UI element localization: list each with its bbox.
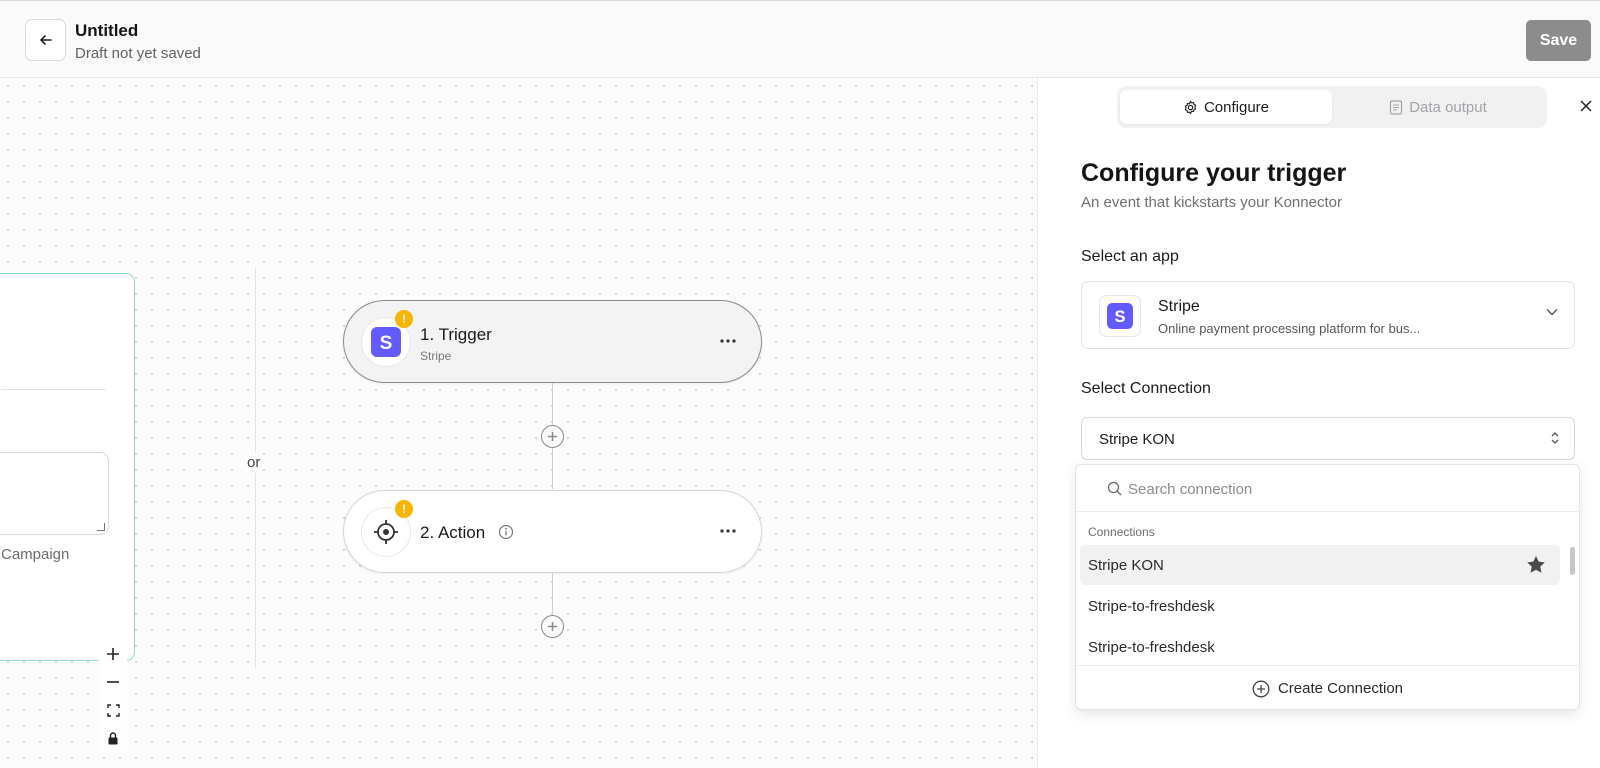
trigger-node-subtitle: Stripe: [420, 349, 452, 363]
workflow-title[interactable]: Untitled: [75, 21, 138, 41]
document-icon: [1390, 99, 1403, 115]
save-status: Draft not yet saved: [75, 45, 201, 62]
star-icon[interactable]: [1526, 555, 1546, 574]
trigger-more-button[interactable]: [716, 331, 740, 351]
top-header: Untitled Draft not yet saved Save: [0, 0, 1600, 78]
zoom-controls: [99, 640, 127, 752]
connection-option-label: Stripe-to-freshdesk: [1088, 638, 1215, 656]
minus-icon: [107, 681, 119, 683]
more-horizontal-icon: [720, 529, 736, 533]
connection-option[interactable]: Stripe-to-freshdesk: [1080, 627, 1560, 667]
app-description: Online payment processing platform for b…: [1158, 321, 1421, 336]
connections-group-label: Connections: [1088, 525, 1155, 539]
svg-text:S: S: [380, 333, 393, 354]
close-panel-button[interactable]: [1575, 95, 1597, 117]
lock-button[interactable]: [99, 724, 127, 752]
back-button[interactable]: [25, 19, 66, 61]
app-logo-box: S: [1099, 295, 1141, 337]
plus-circle-icon: [1252, 680, 1270, 697]
tab-configure[interactable]: Configure: [1120, 90, 1332, 124]
crosshair-icon: [374, 520, 398, 544]
info-icon[interactable]: [498, 524, 514, 545]
or-label: or: [244, 452, 264, 473]
tab-configure-label: Configure: [1203, 98, 1270, 116]
create-connection-button[interactable]: Create Connection: [1076, 665, 1579, 709]
connection-option[interactable]: Stripe-to-freshdesk: [1080, 586, 1560, 626]
card-textarea[interactable]: [0, 452, 109, 535]
svg-text:S: S: [1115, 308, 1126, 326]
connection-option-label: Stripe KON: [1088, 556, 1164, 574]
fullscreen-icon: [106, 703, 120, 717]
panel-tabs: Configure Data output: [1117, 86, 1547, 128]
chevron-updown-icon: [1551, 432, 1559, 444]
zoom-out-button[interactable]: [99, 668, 127, 696]
add-step-button[interactable]: [541, 425, 564, 448]
add-step-button[interactable]: [541, 615, 564, 638]
panel-title: Configure your trigger: [1081, 159, 1347, 187]
chevron-down-icon: [1546, 309, 1558, 316]
select-app-label: Select an app: [1081, 248, 1179, 265]
dropdown-search-row: [1076, 465, 1579, 512]
gear-icon: [1184, 100, 1197, 114]
app-name: Stripe: [1158, 298, 1200, 315]
plus-icon: [548, 622, 557, 631]
zoom-in-button[interactable]: [99, 640, 127, 668]
warning-badge: !: [395, 500, 413, 518]
workflow-canvas[interactable]: Campaign or S ! 1. Trigger Stripe ! 2. A…: [0, 78, 1037, 768]
connection-dropdown: Connections Stripe KON Stripe-to-freshde…: [1075, 464, 1580, 710]
search-icon: [1107, 481, 1122, 496]
more-horizontal-icon: [720, 339, 736, 343]
connection-option[interactable]: Stripe KON: [1080, 545, 1560, 585]
dropdown-scrollbar[interactable]: [1570, 547, 1575, 575]
search-connection-input[interactable]: [1128, 475, 1548, 503]
tab-data-output[interactable]: Data output: [1332, 90, 1544, 124]
action-node[interactable]: ! 2. Action: [343, 490, 762, 573]
action-more-button[interactable]: [716, 521, 740, 541]
connection-select[interactable]: Stripe KON: [1081, 417, 1575, 460]
plus-icon: [107, 648, 119, 660]
trigger-node[interactable]: S ! 1. Trigger Stripe: [343, 300, 762, 383]
action-node-title: 2. Action: [420, 523, 486, 542]
panel-subtitle: An event that kickstarts your Konnector: [1081, 194, 1342, 211]
campaign-text: Campaign: [1, 546, 70, 563]
select-connection-label: Select Connection: [1081, 380, 1211, 397]
lock-icon: [108, 731, 118, 744]
save-button[interactable]: Save: [1526, 20, 1591, 61]
connection-option-label: Stripe-to-freshdesk: [1088, 597, 1215, 615]
trigger-node-title: 1. Trigger: [420, 325, 492, 344]
resize-handle-icon[interactable]: [97, 523, 105, 531]
fit-view-button[interactable]: [99, 696, 127, 724]
connection-selected-value: Stripe KON: [1099, 431, 1175, 448]
stripe-logo-icon: S: [1107, 303, 1133, 329]
plus-icon: [548, 432, 557, 441]
tab-data-output-label: Data output: [1409, 98, 1487, 116]
side-node-card[interactable]: Campaign: [0, 273, 135, 661]
card-divider: [1, 389, 106, 390]
arrow-left-icon: [39, 35, 52, 45]
config-panel: Configure Data output Configure your tri…: [1037, 78, 1600, 768]
close-icon: [1580, 100, 1592, 112]
app-select[interactable]: S Stripe Online payment processing platf…: [1081, 281, 1575, 349]
stripe-logo-icon: S: [371, 327, 401, 357]
warning-badge: !: [395, 310, 413, 328]
create-connection-label: Create Connection: [1277, 680, 1404, 697]
